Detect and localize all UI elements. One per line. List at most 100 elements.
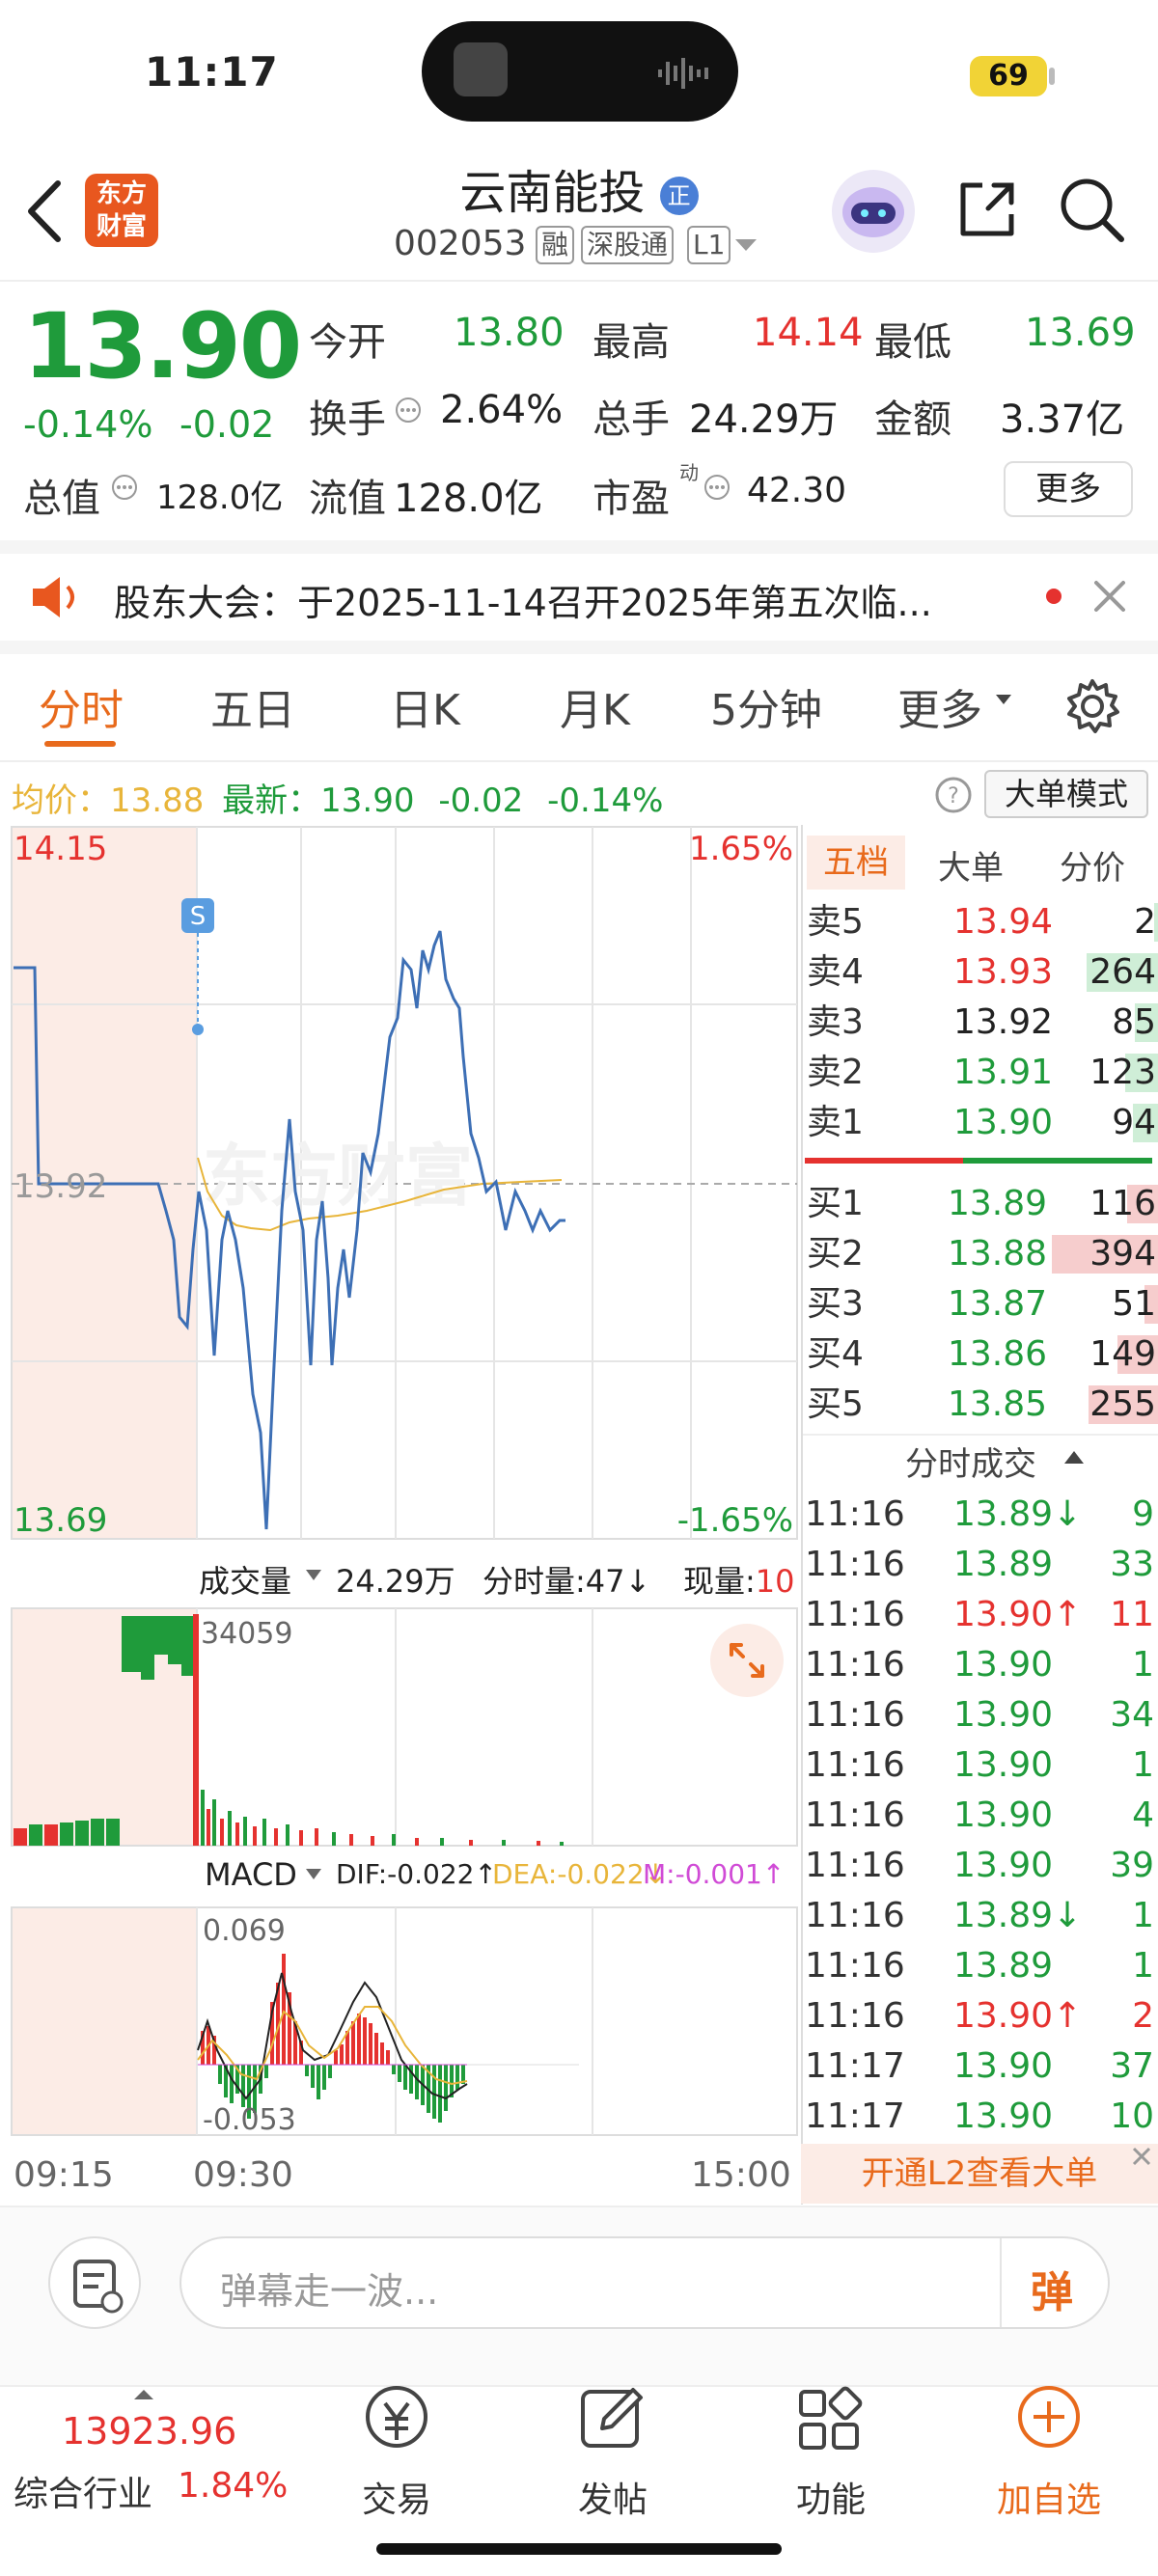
- add-watchlist-label[interactable]: 加自选: [952, 2472, 1145, 2522]
- more-button[interactable]: 更多: [1004, 461, 1133, 517]
- tab-daily-k[interactable]: 日K: [390, 675, 460, 737]
- latest-label: 最新：: [222, 781, 321, 820]
- open-label: 今开: [309, 320, 386, 365]
- tab-more[interactable]: 更多: [897, 675, 982, 737]
- info-dots-icon[interactable]: [394, 396, 423, 425]
- chevron-up-icon: [1064, 1451, 1084, 1464]
- x-label-start: 09:30: [193, 2155, 293, 2195]
- tick-price: 13.89↓: [953, 1896, 1083, 1935]
- danmu-toggle-button[interactable]: 弹: [1031, 2258, 1073, 2319]
- bid-level-label: 买5: [807, 1384, 864, 1424]
- close-icon[interactable]: [1090, 577, 1129, 616]
- section-gap: [0, 540, 1158, 554]
- tick-row: 11:16 13.89 33: [803, 1540, 1158, 1590]
- tick-price: 13.90: [953, 2096, 1054, 2136]
- caret-up-icon: [134, 2390, 153, 2399]
- bid-price: 13.88: [948, 1234, 1048, 1274]
- speaker-icon: [33, 577, 74, 617]
- search-icon[interactable]: [1058, 176, 1127, 245]
- volume-total: 24.29万: [336, 1563, 455, 1600]
- bid-row[interactable]: 买5 13.85 255: [803, 1380, 1158, 1430]
- low-value: 13.69: [1025, 311, 1136, 355]
- unread-dot: [1046, 589, 1062, 604]
- battery-tip: [1049, 68, 1055, 85]
- ask-row[interactable]: 卖4 13.93 264: [803, 947, 1158, 998]
- l2-upsell-banner[interactable]: 开通L2查看大单: [801, 2144, 1158, 2204]
- bid-level-label: 买2: [807, 1234, 864, 1274]
- functions-label[interactable]: 功能: [734, 2472, 927, 2522]
- ask-bid-divider-green: [963, 1158, 1152, 1164]
- y-top-label: 14.15: [14, 830, 107, 868]
- tick-price: 13.90: [953, 1695, 1054, 1735]
- add-watchlist-icon[interactable]: [1006, 2378, 1092, 2465]
- info-dots-icon[interactable]: [110, 473, 139, 502]
- tick-volume: 1: [1132, 1896, 1154, 1935]
- info-line: 均价：13.88 最新：13.90 -0.02 -0.14%: [12, 774, 663, 821]
- close-icon[interactable]: [1129, 2144, 1154, 2169]
- tab-five-day[interactable]: 五日: [210, 675, 295, 737]
- tab-five-levels[interactable]: 五档: [807, 836, 905, 890]
- index-name[interactable]: 综合行业: [14, 2466, 152, 2516]
- active-tab-indicator: [44, 741, 116, 747]
- down-arrow: ↓: [624, 1563, 651, 1600]
- functions-icon[interactable]: [787, 2378, 874, 2465]
- ask-row[interactable]: 卖5 13.94 2: [803, 897, 1158, 947]
- bid-row[interactable]: 买3 13.87 51: [803, 1279, 1158, 1329]
- ticks-title[interactable]: 分时成交: [905, 1438, 1036, 1485]
- index-value[interactable]: 13923.96: [62, 2410, 236, 2453]
- tab-five-min[interactable]: 5分钟: [710, 675, 822, 737]
- ask-price: 13.93: [953, 952, 1054, 992]
- gear-icon[interactable]: [1062, 675, 1123, 737]
- info-dots-icon[interactable]: [703, 473, 731, 502]
- post-icon[interactable]: [569, 2378, 656, 2465]
- trade-label[interactable]: 交易: [300, 2472, 493, 2522]
- post-label[interactable]: 发帖: [516, 2472, 709, 2522]
- tick-volume: 1: [1132, 1946, 1154, 1986]
- bid-row[interactable]: 买2 13.88 394: [803, 1229, 1158, 1279]
- tick-time: 11:16: [805, 1946, 905, 1986]
- help-icon[interactable]: ?: [934, 776, 973, 814]
- high-value: 14.14: [753, 311, 864, 355]
- avg-value: 13.88: [110, 781, 205, 820]
- index-pct: 1.84%: [178, 2466, 289, 2506]
- ask-price: 13.94: [953, 902, 1054, 942]
- pe-label: 市盈: [593, 477, 670, 521]
- avg-label: 均价：: [12, 781, 110, 820]
- minute-volume-label: 分时量:: [482, 1563, 586, 1600]
- ask-level-label: 卖3: [807, 1002, 864, 1042]
- tab-big-orders[interactable]: 大单: [938, 841, 1004, 889]
- assistant-avatar[interactable]: [832, 170, 915, 253]
- ask-level-label: 卖5: [807, 902, 864, 942]
- tab-monthly-k[interactable]: 月K: [560, 675, 630, 737]
- ask-volume: 264: [1089, 952, 1156, 992]
- macd-label[interactable]: MACD: [205, 1856, 297, 1893]
- announcement-text[interactable]: 股东大会：于2025-11-14召开2025年第五次临...: [114, 573, 932, 626]
- macd-dea: DEA:-0.022↓: [492, 1858, 668, 1890]
- tick-volume: 2: [1132, 1996, 1154, 2036]
- ask-row[interactable]: 卖1 13.90 94: [803, 1098, 1158, 1148]
- share-icon[interactable]: [953, 176, 1021, 243]
- volume-label: 总手: [593, 397, 670, 442]
- tick-price: 13.90↑: [953, 1595, 1083, 1634]
- volume-label[interactable]: 成交量: [199, 1557, 291, 1602]
- bid-volume: 394: [1089, 1234, 1156, 1274]
- bid-level-label: 买3: [807, 1284, 864, 1324]
- comment-list-button[interactable]: [48, 2236, 141, 2329]
- tab-intraday[interactable]: 分时: [39, 675, 124, 737]
- tick-time: 11:16: [805, 1595, 905, 1634]
- ask-row[interactable]: 卖3 13.92 85: [803, 998, 1158, 1048]
- comment-list-icon: [73, 2260, 124, 2314]
- watermark: 东方财富: [203, 1137, 473, 1216]
- big-order-mode-button[interactable]: 大单模式: [984, 770, 1148, 818]
- ask-row[interactable]: 卖2 13.91 123: [803, 1048, 1158, 1098]
- bid-row[interactable]: 买1 13.89 116: [803, 1179, 1158, 1229]
- pct-bottom-label: -1.65%: [677, 1501, 793, 1540]
- danmu-input[interactable]: 弹幕走一波... 弹: [179, 2236, 1110, 2329]
- tick-price: 13.90↑: [953, 1996, 1083, 2036]
- bid-row[interactable]: 买4 13.86 149: [803, 1329, 1158, 1380]
- chevron-down-icon[interactable]: [733, 237, 758, 253]
- intraday-chart[interactable]: 东方财富 S 14.15 13.92 13.69 1.65% -1.65% 34…: [0, 825, 801, 2214]
- trade-icon[interactable]: [353, 2378, 440, 2465]
- tab-price-dist[interactable]: 分价: [1060, 841, 1125, 889]
- macd-top-label: 0.069: [203, 1914, 286, 1948]
